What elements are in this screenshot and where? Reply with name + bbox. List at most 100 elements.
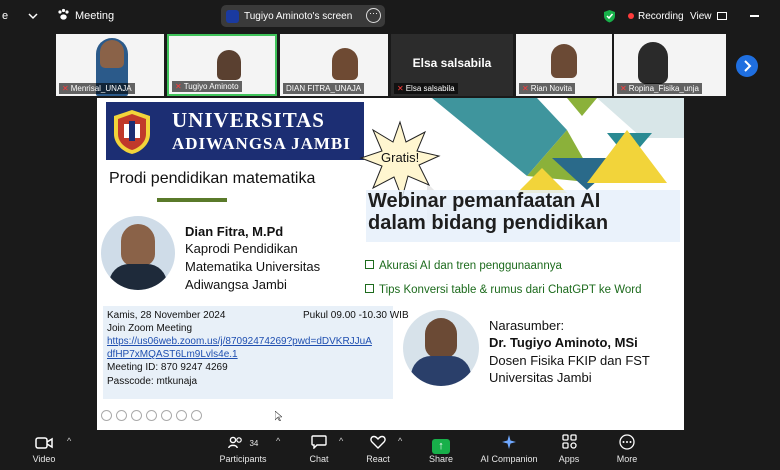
narasumber-photo: [403, 310, 479, 386]
share-label: Share: [428, 454, 454, 464]
video-camera-icon: [26, 434, 62, 454]
participant-strip: ✕ Menrisal_UNAJA ✕ Tugiyo Aminoto DIAN FIT…: [0, 32, 780, 98]
bottom-toolbar: Video ^ 34 Participants ^ Chat ^ React ^…: [0, 430, 780, 470]
more-dots-icon: [613, 434, 641, 454]
participant-name: DIAN FITRA_UNAJA: [283, 83, 365, 94]
ai-companion-label: AI Companion: [480, 454, 538, 464]
chevron-down-icon[interactable]: [28, 0, 38, 32]
divider: [157, 198, 227, 202]
title-line1: Webinar pemanfaatan AI: [368, 190, 601, 212]
narasumber-label: Narasumber:: [489, 318, 565, 333]
shield-check-icon[interactable]: [603, 0, 616, 32]
video-button[interactable]: Video: [26, 434, 62, 468]
participant-name: ✕ Tugiyo Aminoto: [172, 81, 242, 92]
participants-icon: 34: [216, 434, 270, 454]
chat-label: Chat: [309, 454, 329, 464]
university-logo: UNIVERSITAS ADIWANGSA JAMBI: [106, 102, 364, 160]
participants-count: 34: [249, 439, 259, 448]
share-screen-arrow-icon: ↑: [432, 439, 450, 454]
event-time: Pukul 09.00 -10.30 WIB: [303, 310, 409, 321]
participant-tile[interactable]: ✕ Rian Novita: [516, 34, 612, 96]
checkbox-icon: [365, 284, 374, 293]
speaker1-photo: [101, 216, 175, 290]
pen-icon[interactable]: [131, 410, 142, 421]
participant-name: ✕ Menrisal_UNAJA: [59, 83, 135, 94]
meeting-info-button[interactable]: Meeting: [57, 0, 114, 32]
screen-share-indicator[interactable]: Tugiyo Aminoto's screen ···: [221, 5, 385, 27]
avatar-face: [100, 40, 124, 68]
chat-icon: [304, 434, 334, 454]
top-bar: e Meeting Tugiyo Aminoto's screen ··· Re…: [0, 0, 780, 32]
crest-icon: [114, 110, 150, 154]
avatar: [217, 50, 241, 80]
next-slide-icon[interactable]: [116, 410, 127, 421]
speaker1-role-3: Adiwangsa Jambi: [185, 277, 287, 292]
participants-options-caret-icon[interactable]: ^: [276, 436, 280, 446]
participant-tile[interactable]: Elsa salsabila ✕ Elsa salsabila: [391, 34, 513, 96]
left-fragment: e: [2, 10, 9, 22]
react-label: React: [366, 454, 390, 464]
shared-screen[interactable]: UNIVERSITAS ADIWANGSA JAMBI Gratis! Prod…: [97, 98, 684, 430]
video-label: Video: [32, 454, 56, 464]
paw-icon: [57, 8, 70, 24]
zoom-link-line2[interactable]: dfHP7xMQAST6Lm9Lvls4e.1: [107, 348, 238, 361]
more-options-icon[interactable]: ···: [366, 8, 381, 23]
join-label: Join Zoom Meeting: [107, 323, 193, 334]
narasumber-line2: Universitas Jambi: [489, 370, 592, 385]
share-label: Tugiyo Aminoto's screen: [244, 10, 353, 22]
speaker1-name: Dian Fitra, M.Pd: [185, 224, 284, 239]
bullet-item: Tips Konversi table & rumus dari ChatGPT…: [365, 284, 641, 296]
university-name-line1: UNIVERSITAS: [172, 108, 325, 132]
participant-tile[interactable]: ✕ Ropina_Fisika_unja: [614, 34, 726, 96]
avatar: [551, 44, 577, 78]
apps-label: Apps: [558, 454, 580, 464]
share-button[interactable]: ↑ Share: [426, 434, 456, 468]
more-button[interactable]: More: [613, 434, 641, 468]
participants-button[interactable]: 34 Participants: [216, 434, 270, 468]
participants-label: Participants: [219, 454, 267, 464]
avatar: [638, 42, 668, 84]
react-options-caret-icon[interactable]: ^: [398, 436, 402, 446]
event-date: Kamis, 28 November 2024: [107, 310, 226, 321]
bullet-item: Akurasi AI dan tren penggunaannya: [365, 260, 562, 272]
title-line2: dalam bidang pendidikan: [368, 212, 609, 234]
apps-button[interactable]: Apps: [555, 434, 583, 468]
participant-name: ✕ Ropina_Fisika_unja: [617, 83, 702, 94]
gratis-badge-text: Gratis!: [381, 150, 420, 165]
grid-icon[interactable]: [161, 410, 172, 421]
prev-slide-icon[interactable]: [101, 410, 112, 421]
passcode: Passcode: mtkunaja: [107, 376, 198, 387]
narasumber-line1: Dosen Fisika FKIP dan FST: [489, 353, 650, 368]
more-icon[interactable]: [191, 410, 202, 421]
more-label: More: [616, 454, 638, 464]
apps-icon: [555, 434, 583, 454]
recording-indicator[interactable]: Recording: [628, 0, 684, 32]
minimize-icon[interactable]: [750, 0, 759, 32]
zoom-link-line1[interactable]: https://us06web.zoom.us/j/87092474269?pw…: [107, 335, 372, 348]
next-page-button[interactable]: [736, 55, 758, 77]
chat-options-caret-icon[interactable]: ^: [339, 436, 343, 446]
slide-controls: [101, 410, 202, 424]
share-screen-icon: [226, 9, 239, 23]
participant-tile-active[interactable]: ✕ Tugiyo Aminoto: [167, 34, 277, 96]
chat-button[interactable]: Chat: [304, 434, 334, 468]
participant-tile[interactable]: ✕ Menrisal_UNAJA: [56, 34, 164, 96]
video-options-caret-icon[interactable]: ^: [67, 436, 71, 446]
meeting-label: Meeting: [75, 10, 115, 22]
react-button[interactable]: React: [362, 434, 394, 468]
ai-companion-button[interactable]: AI Companion: [478, 434, 540, 468]
view-button[interactable]: View: [690, 0, 727, 32]
webinar-title: Webinar pemanfaatan AI dalam bidang pend…: [366, 190, 680, 242]
search-icon[interactable]: [146, 410, 157, 421]
participant-tile[interactable]: DIAN FITRA_UNAJA: [280, 34, 388, 96]
narasumber-name: Dr. Tugiyo Aminoto, MSi: [489, 335, 638, 350]
program-name: Prodi pendidikan matematika: [109, 170, 316, 187]
mouse-cursor-icon: [274, 408, 283, 426]
video-icon[interactable]: [176, 410, 187, 421]
recording-dot-icon: [628, 13, 634, 19]
meeting-id: Meeting ID: 870 9247 4269: [107, 362, 228, 373]
heart-icon: [362, 434, 394, 454]
speaker1-role-2: Matematika Universitas: [185, 259, 321, 274]
avatar: [332, 48, 358, 80]
view-icon: [716, 12, 727, 20]
